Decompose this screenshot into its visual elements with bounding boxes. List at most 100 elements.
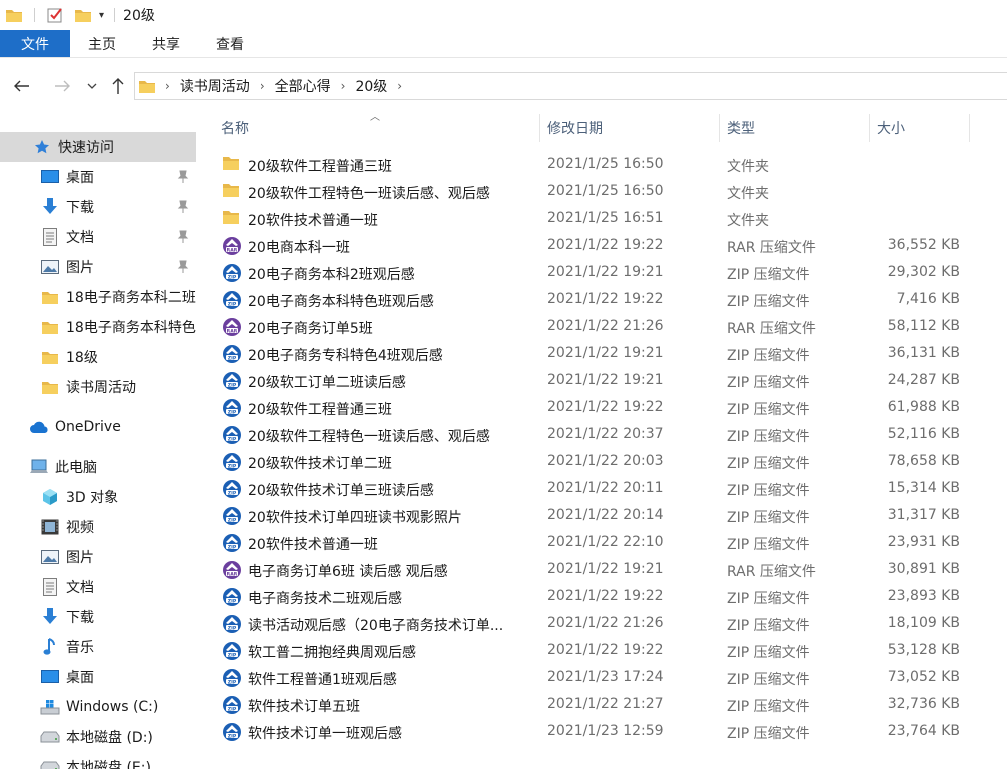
file-type: 文件夹: [727, 186, 769, 202]
nav-item-drive-d[interactable]: 本地磁盘 (D:): [0, 722, 196, 752]
nav-item-folder[interactable]: 18级: [0, 342, 196, 372]
column-header-size[interactable]: 大小: [877, 114, 969, 142]
pin-icon[interactable]: [176, 200, 190, 214]
tab-view[interactable]: 查看: [198, 30, 262, 57]
column-header-name[interactable]: 名称: [221, 114, 539, 142]
nav-item-documents[interactable]: 文档: [0, 572, 196, 602]
svg-text:ZIP: ZIP: [228, 301, 237, 307]
nav-item-folder[interactable]: 读书周活动: [0, 372, 196, 402]
file-size: 23,893 KB: [887, 588, 960, 604]
forward-arrow-icon[interactable]: [48, 72, 76, 100]
nav-item-folder[interactable]: 18电子商务本科二班: [0, 282, 196, 312]
nav-quick-access[interactable]: 快速访问: [0, 132, 196, 162]
file-row[interactable]: ZIP 20电子商务专科特色4班观后感 2021/1/22 19:21 ZIP 压缩文…: [214, 341, 974, 368]
file-type: ZIP 压缩文件: [727, 456, 810, 472]
svg-text:ZIP: ZIP: [228, 490, 237, 496]
address-bar[interactable]: › 读书周活动 › 全部心得 › 20级 ›: [134, 72, 1007, 100]
customize-toolbar-icon[interactable]: ▾: [99, 10, 104, 21]
file-row[interactable]: ZIP 软工普二拥抱经典周观后感 2021/1/22 19:22 ZIP 压缩文件 53…: [214, 638, 974, 665]
pin-icon[interactable]: [176, 170, 190, 184]
file-size: 18,109 KB: [887, 615, 960, 631]
breadcrumb-chevron-icon[interactable]: ›: [260, 79, 265, 93]
file-row[interactable]: ZIP 软件技术订单五班 2021/1/22 21:27 ZIP 压缩文件 32,736…: [214, 692, 974, 719]
folder-icon: [40, 317, 60, 337]
3d-objects-icon: [40, 487, 60, 507]
folder-icon[interactable]: [4, 5, 24, 25]
nav-item-drive-e[interactable]: 本地磁盘 (E:): [0, 752, 196, 769]
file-date: 2021/1/22 20:03: [547, 453, 664, 469]
file-row[interactable]: 20级软件工程普通三班 2021/1/25 16:50 文件夹: [214, 152, 974, 179]
zip-archive-icon: ZIP: [222, 641, 242, 661]
file-row[interactable]: ZIP 20级软件技术订单三班读后感 2021/1/22 20:11 ZIP 压缩文件…: [214, 476, 974, 503]
pin-icon[interactable]: [176, 230, 190, 244]
nav-item-drive-c[interactable]: Windows (C:): [0, 692, 196, 722]
pin-icon[interactable]: [176, 260, 190, 274]
nav-item-folder[interactable]: 18电子商务本科特色: [0, 312, 196, 342]
file-row[interactable]: RAR 20电商本科一班 2021/1/22 19:22 RAR 压缩文件 36,552…: [214, 233, 974, 260]
file-name: 电子商务订单6班 读后感 观后感: [248, 564, 448, 580]
column-header-date[interactable]: 修改日期: [547, 114, 719, 142]
folder-icon: [222, 155, 242, 175]
file-row[interactable]: ZIP 20软件技术普通一班 2021/1/22 22:10 ZIP 压缩文件 23,9…: [214, 530, 974, 557]
folder-icon: [40, 287, 60, 307]
breadcrumb-item[interactable]: 全部心得: [275, 76, 331, 96]
file-row[interactable]: ZIP 20级软工订单二班读后感 2021/1/22 19:21 ZIP 压缩文件 24…: [214, 368, 974, 395]
file-row[interactable]: ZIP 20级软件工程特色一班读后感、观后感 2021/1/22 20:37 ZIP …: [214, 422, 974, 449]
breadcrumb-item[interactable]: 读书周活动: [180, 76, 250, 96]
file-row[interactable]: ZIP 读书活动观后感（20电子商务技术订单... 2021/1/22 21:26 Z…: [214, 611, 974, 638]
file-name: 20级软件工程普通三班: [248, 402, 392, 418]
file-row[interactable]: 20级软件工程特色一班读后感、观后感 2021/1/25 16:50 文件夹: [214, 179, 974, 206]
file-name: 20级软件技术订单三班读后感: [248, 483, 434, 499]
file-name: 软件技术订单五班: [248, 699, 360, 715]
column-divider[interactable]: [969, 114, 970, 142]
breadcrumb-chevron-icon[interactable]: ›: [165, 79, 170, 93]
file-row[interactable]: ZIP 20级软件工程普通三班 2021/1/22 19:22 ZIP 压缩文件 61,…: [214, 395, 974, 422]
breadcrumb-item[interactable]: 20级: [355, 76, 387, 96]
toolbar-divider: [34, 8, 35, 22]
file-row[interactable]: ZIP 20电子商务本科2班观后感 2021/1/22 19:21 ZIP 压缩文件 2…: [214, 260, 974, 287]
new-folder-icon[interactable]: [73, 5, 93, 25]
properties-icon[interactable]: [45, 5, 65, 25]
breadcrumb-chevron-icon[interactable]: ›: [341, 79, 346, 93]
breadcrumb-chevron-icon[interactable]: ›: [397, 79, 402, 93]
svg-text:ZIP: ZIP: [228, 706, 237, 712]
file-row[interactable]: RAR 20电子商务订单5班 2021/1/22 21:26 RAR 压缩文件 58,1…: [214, 314, 974, 341]
file-row[interactable]: ZIP 20级软件技术订单二班 2021/1/22 20:03 ZIP 压缩文件 78,…: [214, 449, 974, 476]
back-arrow-icon[interactable]: [8, 72, 36, 100]
up-arrow-icon[interactable]: [104, 72, 132, 100]
window-title: 20级: [123, 8, 155, 24]
nav-item-desktop[interactable]: 桌面: [0, 662, 196, 692]
nav-item-downloads[interactable]: 下载: [0, 192, 196, 222]
file-row[interactable]: ZIP 软件工程普通1班观后感 2021/1/23 17:24 ZIP 压缩文件 73,…: [214, 665, 974, 692]
file-row[interactable]: 20软件技术普通一班 2021/1/25 16:51 文件夹: [214, 206, 974, 233]
nav-item-videos[interactable]: 视频: [0, 512, 196, 542]
nav-this-pc[interactable]: 此电脑: [0, 452, 196, 482]
file-date: 2021/1/22 21:26: [547, 318, 664, 334]
file-row[interactable]: ZIP 20电子商务本科特色班观后感 2021/1/22 19:22 ZIP 压缩文件…: [214, 287, 974, 314]
column-header-type[interactable]: 类型: [727, 114, 869, 142]
file-row[interactable]: ZIP 20软件技术订单四班读书观影照片 2021/1/22 20:14 ZIP 压缩…: [214, 503, 974, 530]
nav-item-documents[interactable]: 文档: [0, 222, 196, 252]
nav-item-3d-objects[interactable]: 3D 对象: [0, 482, 196, 512]
column-divider[interactable]: [539, 114, 540, 142]
nav-item-downloads[interactable]: 下载: [0, 602, 196, 632]
nav-item-desktop[interactable]: 桌面: [0, 162, 196, 192]
tab-home[interactable]: 主页: [70, 30, 134, 57]
file-row[interactable]: ZIP 电子商务技术二班观后感 2021/1/22 19:22 ZIP 压缩文件 23,…: [214, 584, 974, 611]
tab-share[interactable]: 共享: [134, 30, 198, 57]
star-icon: [32, 137, 52, 157]
file-name: 软件工程普通1班观后感: [248, 672, 397, 688]
file-row[interactable]: ZIP 软件技术订单一班观后感 2021/1/23 12:59 ZIP 压缩文件 23,…: [214, 719, 974, 746]
column-divider[interactable]: [869, 114, 870, 142]
title-bar: ▾ 20级: [0, 0, 1007, 30]
recent-locations-chevron-icon[interactable]: [83, 72, 101, 100]
file-row[interactable]: RAR 电子商务订单6班 读后感 观后感 2021/1/22 19:21 RAR 压缩…: [214, 557, 974, 584]
column-divider[interactable]: [719, 114, 720, 142]
nav-item-pictures[interactable]: 图片: [0, 252, 196, 282]
file-size: 36,552 KB: [887, 237, 960, 253]
nav-item-music[interactable]: 音乐: [0, 632, 196, 662]
nav-item-pictures[interactable]: 图片: [0, 542, 196, 572]
nav-onedrive[interactable]: OneDrive: [0, 412, 196, 442]
svg-text:RAR: RAR: [227, 571, 238, 577]
tab-file[interactable]: 文件: [0, 30, 70, 57]
